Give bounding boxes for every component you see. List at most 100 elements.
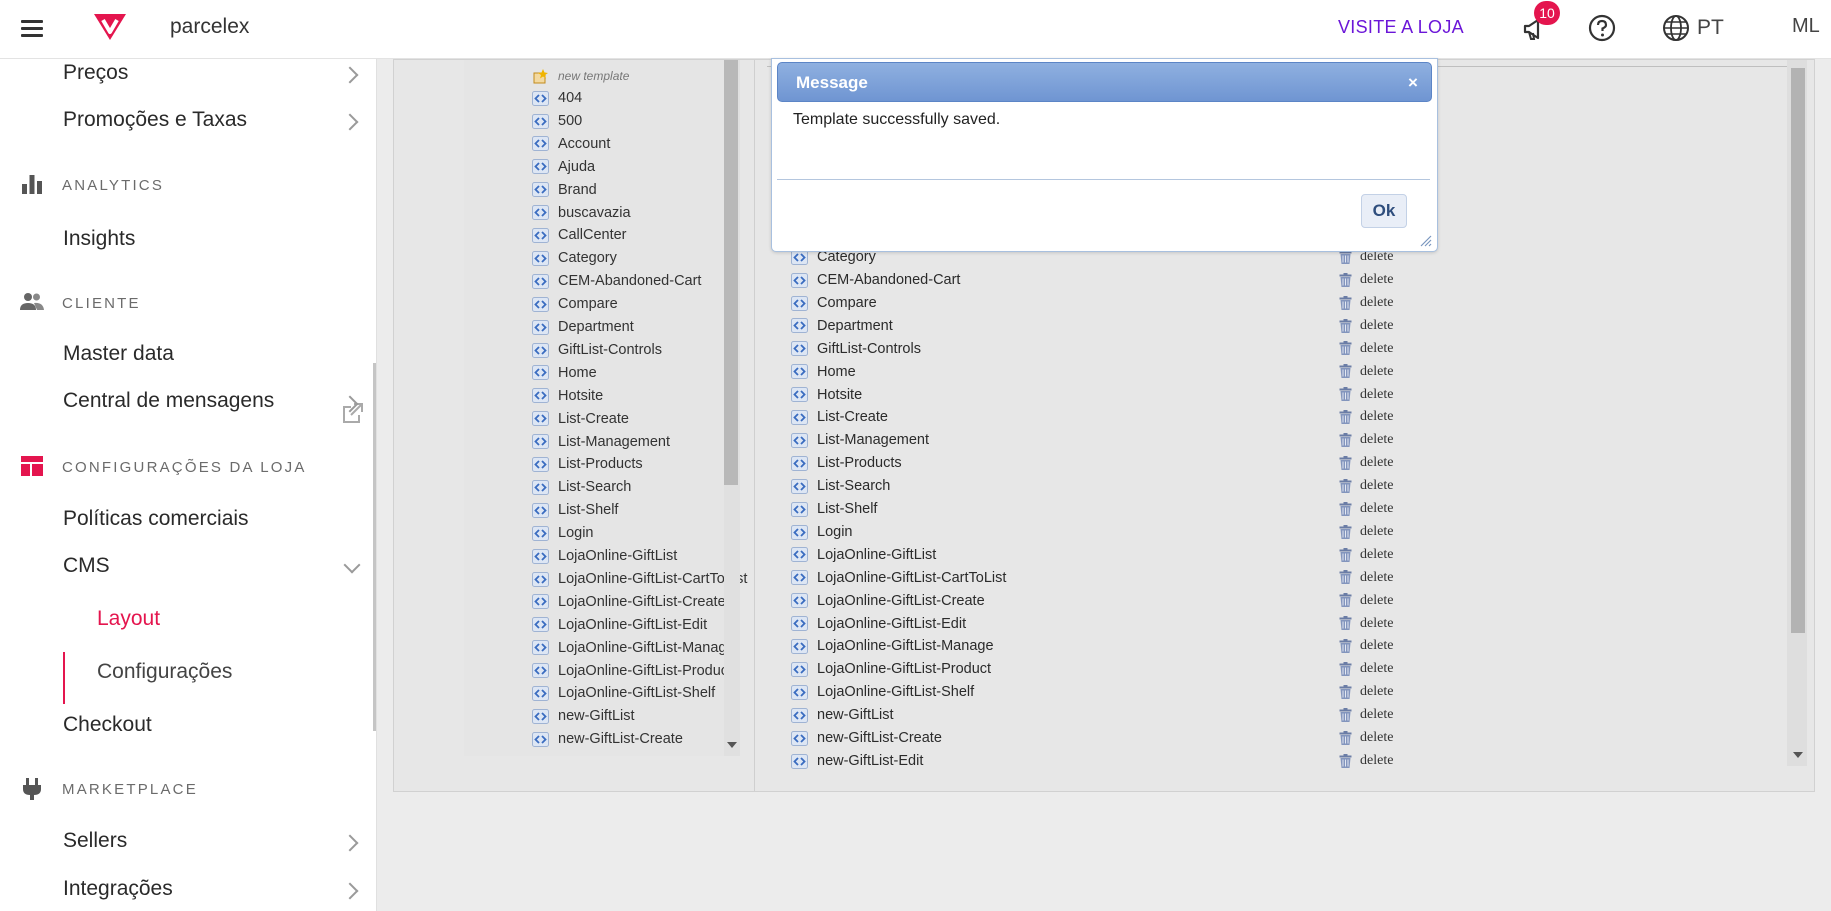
delete-button[interactable]: delete	[1339, 593, 1393, 613]
avatar[interactable]: ML	[1792, 15, 1820, 38]
tree-item[interactable]: List-Create	[532, 411, 629, 431]
tree-item[interactable]: Hotsite	[532, 388, 603, 408]
tree-scroll-down-arrow[interactable]	[727, 742, 737, 748]
tree-item[interactable]: buscavazia	[532, 205, 631, 225]
sidebar-item-central-mensagens[interactable]: Central de mensagens	[63, 389, 274, 413]
template-row[interactable]: new-GiftList-Create	[791, 730, 942, 750]
delete-button[interactable]: delete	[1339, 295, 1393, 315]
delete-button[interactable]: delete	[1339, 501, 1393, 521]
tree-item[interactable]: Compare	[532, 296, 618, 316]
template-row[interactable]: LojaOnline-GiftList-Create	[791, 593, 985, 613]
sidebar-scrollbar[interactable]	[373, 363, 376, 731]
tree-item[interactable]: Category	[532, 250, 617, 270]
delete-button[interactable]: delete	[1339, 753, 1393, 773]
close-icon[interactable]: ×	[1408, 73, 1418, 93]
tree-item[interactable]: LojaOnline-GiftList-CartToList	[532, 571, 747, 591]
tree-item[interactable]: List-Products	[532, 456, 643, 476]
tree-item[interactable]: List-Management	[532, 434, 670, 454]
delete-button[interactable]: delete	[1339, 341, 1393, 361]
tree-item[interactable]: new-GiftList-Create	[532, 731, 683, 751]
tree-item[interactable]: 404	[532, 90, 582, 110]
sidebar-item-integracoes[interactable]: Integrações	[63, 877, 173, 901]
tree-item[interactable]: Department	[532, 319, 634, 339]
delete-button[interactable]: delete	[1339, 730, 1393, 750]
sidebar-item-sellers[interactable]: Sellers	[63, 829, 127, 853]
template-row[interactable]: LojaOnline-GiftList	[791, 547, 936, 567]
template-row[interactable]: LojaOnline-GiftList-Shelf	[791, 684, 974, 704]
tree-item[interactable]: LojaOnline-GiftList-Edit	[532, 617, 707, 637]
delete-button[interactable]: delete	[1339, 638, 1393, 658]
sidebar-item-precos[interactable]: Preços	[63, 61, 128, 85]
sidebar-item-insights[interactable]: Insights	[63, 227, 135, 251]
delete-button[interactable]: delete	[1339, 524, 1393, 544]
tree-item[interactable]: LojaOnline-GiftList-Manage	[532, 640, 735, 660]
ok-button[interactable]: Ok	[1361, 194, 1407, 228]
delete-button[interactable]: delete	[1339, 387, 1393, 407]
delete-button[interactable]: delete	[1339, 272, 1393, 292]
template-row[interactable]: Hotsite	[791, 387, 862, 407]
tree-item[interactable]: Brand	[532, 182, 597, 202]
template-row[interactable]: new-GiftList-Edit	[791, 753, 923, 773]
tree-item[interactable]: LojaOnline-GiftList-Product	[532, 663, 732, 683]
new-template-item[interactable]: new template	[532, 69, 629, 89]
delete-button[interactable]: delete	[1339, 661, 1393, 681]
sidebar-item-cms[interactable]: CMS	[63, 554, 110, 578]
delete-button[interactable]: delete	[1339, 455, 1393, 475]
tree-scrollbar-thumb[interactable]	[724, 60, 738, 485]
tree-item[interactable]: GiftList-Controls	[532, 342, 662, 362]
vtex-logo-icon[interactable]	[92, 12, 128, 42]
tree-item[interactable]: Account	[532, 136, 610, 156]
template-row[interactable]: Department	[791, 318, 893, 338]
template-row[interactable]: LojaOnline-GiftList-CartToList	[791, 570, 1006, 590]
sidebar-item-layout[interactable]: Layout	[97, 607, 160, 631]
sidebar-item-configuracoes[interactable]: Configurações	[97, 660, 232, 684]
delete-button[interactable]: delete	[1339, 707, 1393, 727]
delete-button[interactable]: delete	[1339, 409, 1393, 429]
template-row[interactable]: Compare	[791, 295, 877, 315]
tree-item[interactable]: List-Search	[532, 479, 631, 499]
template-row[interactable]: List-Create	[791, 409, 888, 429]
template-row[interactable]: GiftList-Controls	[791, 341, 921, 361]
template-row[interactable]: Category	[791, 249, 876, 269]
list-scrollbar-thumb[interactable]	[1791, 68, 1805, 633]
tree-item[interactable]: CEM-Abandoned-Cart	[532, 273, 701, 293]
tree-item[interactable]: LojaOnline-GiftList-Create	[532, 594, 726, 614]
resize-grip-icon[interactable]	[1418, 233, 1432, 247]
sidebar-item-politicas[interactable]: Políticas comerciais	[63, 507, 249, 531]
tree-item[interactable]: Ajuda	[532, 159, 595, 179]
template-row[interactable]: Home	[791, 364, 856, 384]
sidebar-item-promocoes[interactable]: Promoções e Taxas	[63, 108, 247, 132]
delete-button[interactable]: delete	[1339, 616, 1393, 636]
template-row[interactable]: List-Search	[791, 478, 890, 498]
template-row[interactable]: CEM-Abandoned-Cart	[791, 272, 960, 292]
sidebar-item-checkout[interactable]: Checkout	[63, 713, 152, 737]
template-row[interactable]: LojaOnline-GiftList-Edit	[791, 616, 966, 636]
delete-button[interactable]: delete	[1339, 432, 1393, 452]
globe-icon[interactable]	[1661, 13, 1691, 43]
language-selector[interactable]: PT	[1697, 16, 1724, 40]
delete-button[interactable]: delete	[1339, 318, 1393, 338]
tree-item[interactable]: LojaOnline-GiftList-Shelf	[532, 685, 715, 705]
list-scroll-down-arrow[interactable]	[1793, 752, 1803, 758]
template-row[interactable]: List-Shelf	[791, 501, 877, 521]
sidebar-item-master-data[interactable]: Master data	[63, 342, 174, 366]
tree-item[interactable]: List-Shelf	[532, 502, 618, 522]
hamburger-menu-icon[interactable]	[18, 14, 46, 42]
tree-item[interactable]: LojaOnline-GiftList	[532, 548, 677, 568]
visit-store-link[interactable]: VISITE A LOJA	[1338, 17, 1464, 38]
template-row[interactable]: LojaOnline-GiftList-Product	[791, 661, 991, 681]
help-icon[interactable]	[1587, 13, 1617, 43]
template-row[interactable]: LojaOnline-GiftList-Manage	[791, 638, 994, 658]
delete-button[interactable]: delete	[1339, 547, 1393, 567]
tree-item[interactable]: Home	[532, 365, 597, 385]
tree-item[interactable]: new-GiftList	[532, 708, 635, 728]
tree-item[interactable]: CallCenter	[532, 227, 627, 247]
delete-button[interactable]: delete	[1339, 364, 1393, 384]
template-row[interactable]: List-Products	[791, 455, 902, 475]
delete-button[interactable]: delete	[1339, 478, 1393, 498]
delete-button[interactable]: delete	[1339, 249, 1393, 269]
delete-button[interactable]: delete	[1339, 570, 1393, 590]
dialog-title-bar[interactable]: Message ×	[777, 62, 1432, 102]
tree-item[interactable]: Login	[532, 525, 593, 545]
template-row[interactable]: Login	[791, 524, 852, 544]
